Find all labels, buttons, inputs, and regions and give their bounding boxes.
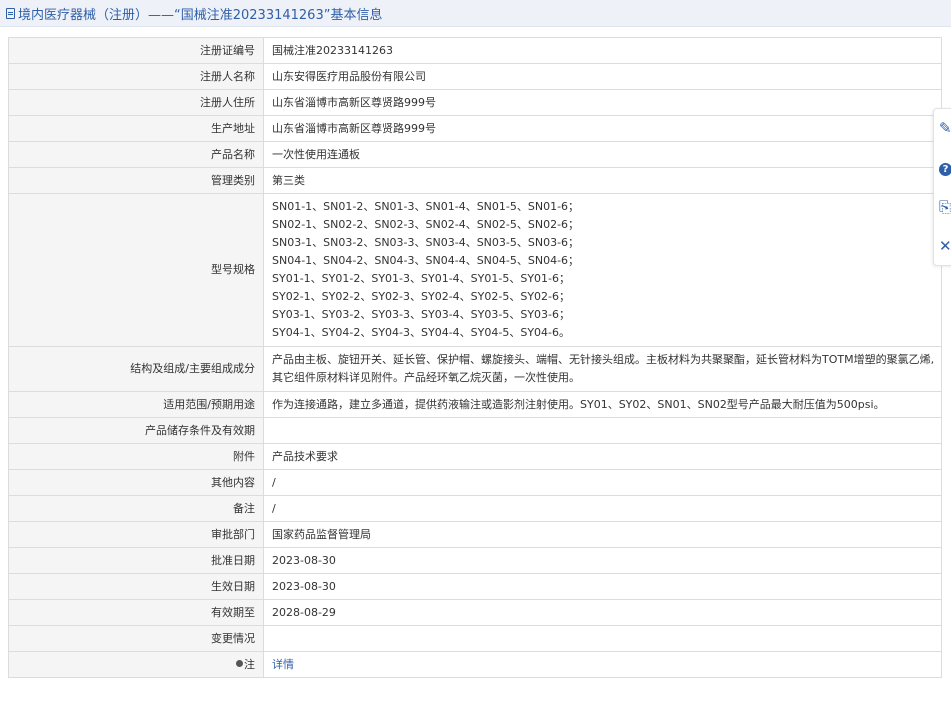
row-label: 生效日期: [8, 573, 264, 600]
row-label: 附件: [8, 443, 264, 470]
row-label: 结构及组成/主要组成成分: [8, 346, 264, 392]
table-row-structure: 结构及组成/主要组成成分 产品由主板、旋钮开关、延长管、保护帽、螺旋接头、端帽、…: [8, 346, 942, 392]
page-title: 境内医疗器械（注册）——“国械注准20233141263”基本信息: [18, 7, 383, 23]
row-label: 备注: [8, 495, 264, 522]
model-line: SN02-1、SN02-2、SN02-3、SN02-4、SN02-5、SN02-…: [272, 218, 580, 231]
row-label: 注册证编号: [8, 37, 264, 64]
row-label: 生产地址: [8, 115, 264, 142]
model-line: SN04-1、SN04-2、SN04-3、SN04-4、SN04-5、SN04-…: [272, 254, 580, 267]
row-value: [263, 625, 942, 652]
table-row: 附件 产品技术要求: [8, 443, 942, 470]
row-value: 2023-08-30: [263, 547, 942, 574]
row-value: 2028-08-29: [263, 599, 942, 626]
help-icon[interactable]: ?: [939, 158, 951, 176]
table-row: 备注 /: [8, 495, 942, 522]
row-value: 产品技术要求: [263, 443, 942, 470]
row-label: 批准日期: [8, 547, 264, 574]
table-row: 其他内容 /: [8, 469, 942, 496]
edit-icon[interactable]: ✎: [939, 119, 951, 137]
table-row: 生效日期 2023-08-30: [8, 573, 942, 600]
row-value: 国家药品监督管理局: [263, 521, 942, 548]
row-value: 山东省淄博市高新区尊贤路999号: [263, 115, 942, 142]
model-line: SY04-1、SY04-2、SY04-3、SY04-4、SY04-5、SY04-…: [272, 326, 570, 339]
page-header: 境内医疗器械（注册）——“国械注准20233141263”基本信息: [0, 0, 951, 27]
side-toolbar: ✎ ? ⎘ ✕: [933, 108, 951, 266]
model-line: SY03-1、SY03-2、SY03-3、SY03-4、SY03-5、SY03-…: [272, 308, 570, 321]
row-value: 作为连接通路，建立多通道，提供药液输注或造影剂注射使用。SY01、SY02、SN…: [263, 391, 942, 418]
pin-icon: [236, 660, 243, 667]
table-row: 产品储存条件及有效期: [8, 417, 942, 444]
table-row: 批准日期 2023-08-30: [8, 547, 942, 574]
document-icon: [6, 7, 15, 19]
row-label: 审批部门: [8, 521, 264, 548]
model-line: SY01-1、SY01-2、SY01-3、SY01-4、SY01-5、SY01-…: [272, 272, 570, 285]
row-label: 其他内容: [8, 469, 264, 496]
row-label: 产品储存条件及有效期: [8, 417, 264, 444]
row-label: 注册人名称: [8, 63, 264, 90]
row-label: 管理类别: [8, 167, 264, 194]
row-value: 山东省淄博市高新区尊贤路999号: [263, 89, 942, 116]
row-value: /: [263, 469, 942, 496]
table-row: 注册证编号 国械注准20233141263: [8, 37, 942, 64]
help-glyph: ?: [939, 163, 951, 176]
row-label: 型号规格: [8, 193, 264, 347]
row-value: 第三类: [263, 167, 942, 194]
close-icon[interactable]: ✕: [939, 237, 951, 255]
copy-icon[interactable]: ⎘: [939, 198, 951, 216]
table-row: 适用范围/预期用途 作为连接通路，建立多通道，提供药液输注或造影剂注射使用。SY…: [8, 391, 942, 418]
row-value: 一次性使用连通板: [263, 141, 942, 168]
row-value: 山东安得医疗用品股份有限公司: [263, 63, 942, 90]
model-line: SN03-1、SN03-2、SN03-3、SN03-4、SN03-5、SN03-…: [272, 236, 580, 249]
row-label: 产品名称: [8, 141, 264, 168]
row-label: 适用范围/预期用途: [8, 391, 264, 418]
info-table: 注册证编号 国械注准20233141263 注册人名称 山东安得医疗用品股份有限…: [8, 37, 942, 678]
table-row: 审批部门 国家药品监督管理局: [8, 521, 942, 548]
row-label: 注册人住所: [8, 89, 264, 116]
row-label: 有效期至: [8, 599, 264, 626]
model-line: SY02-1、SY02-2、SY02-3、SY02-4、SY02-5、SY02-…: [272, 290, 570, 303]
model-list: SN01-1、SN01-2、SN01-3、SN01-4、SN01-5、SN01-…: [263, 193, 942, 347]
table-row: 管理类别 第三类: [8, 167, 942, 194]
note-label-cell: 注: [8, 651, 264, 678]
row-value: /: [263, 495, 942, 522]
row-value: 2023-08-30: [263, 573, 942, 600]
table-row-note: 注 详情: [8, 651, 942, 678]
table-row: 注册人住所 山东省淄博市高新区尊贤路999号: [8, 89, 942, 116]
row-label: 注: [244, 657, 255, 671]
table-row: 产品名称 一次性使用连通板: [8, 141, 942, 168]
row-value: 产品由主板、旋钮开关、延长管、保护帽、螺旋接头、端帽、无针接头组成。主板材料为共…: [263, 346, 942, 392]
table-row: 注册人名称 山东安得医疗用品股份有限公司: [8, 63, 942, 90]
note-value-cell: 详情: [263, 651, 942, 678]
table-row: 有效期至 2028-08-29: [8, 599, 942, 626]
details-link[interactable]: 详情: [272, 658, 294, 671]
row-value: [263, 417, 942, 444]
table-row: 变更情况: [8, 625, 942, 652]
row-value: 国械注准20233141263: [263, 37, 942, 64]
table-row-model: 型号规格 SN01-1、SN01-2、SN01-3、SN01-4、SN01-5、…: [8, 193, 942, 347]
model-line: SN01-1、SN01-2、SN01-3、SN01-4、SN01-5、SN01-…: [272, 200, 580, 213]
table-row: 生产地址 山东省淄博市高新区尊贤路999号: [8, 115, 942, 142]
row-label: 变更情况: [8, 625, 264, 652]
